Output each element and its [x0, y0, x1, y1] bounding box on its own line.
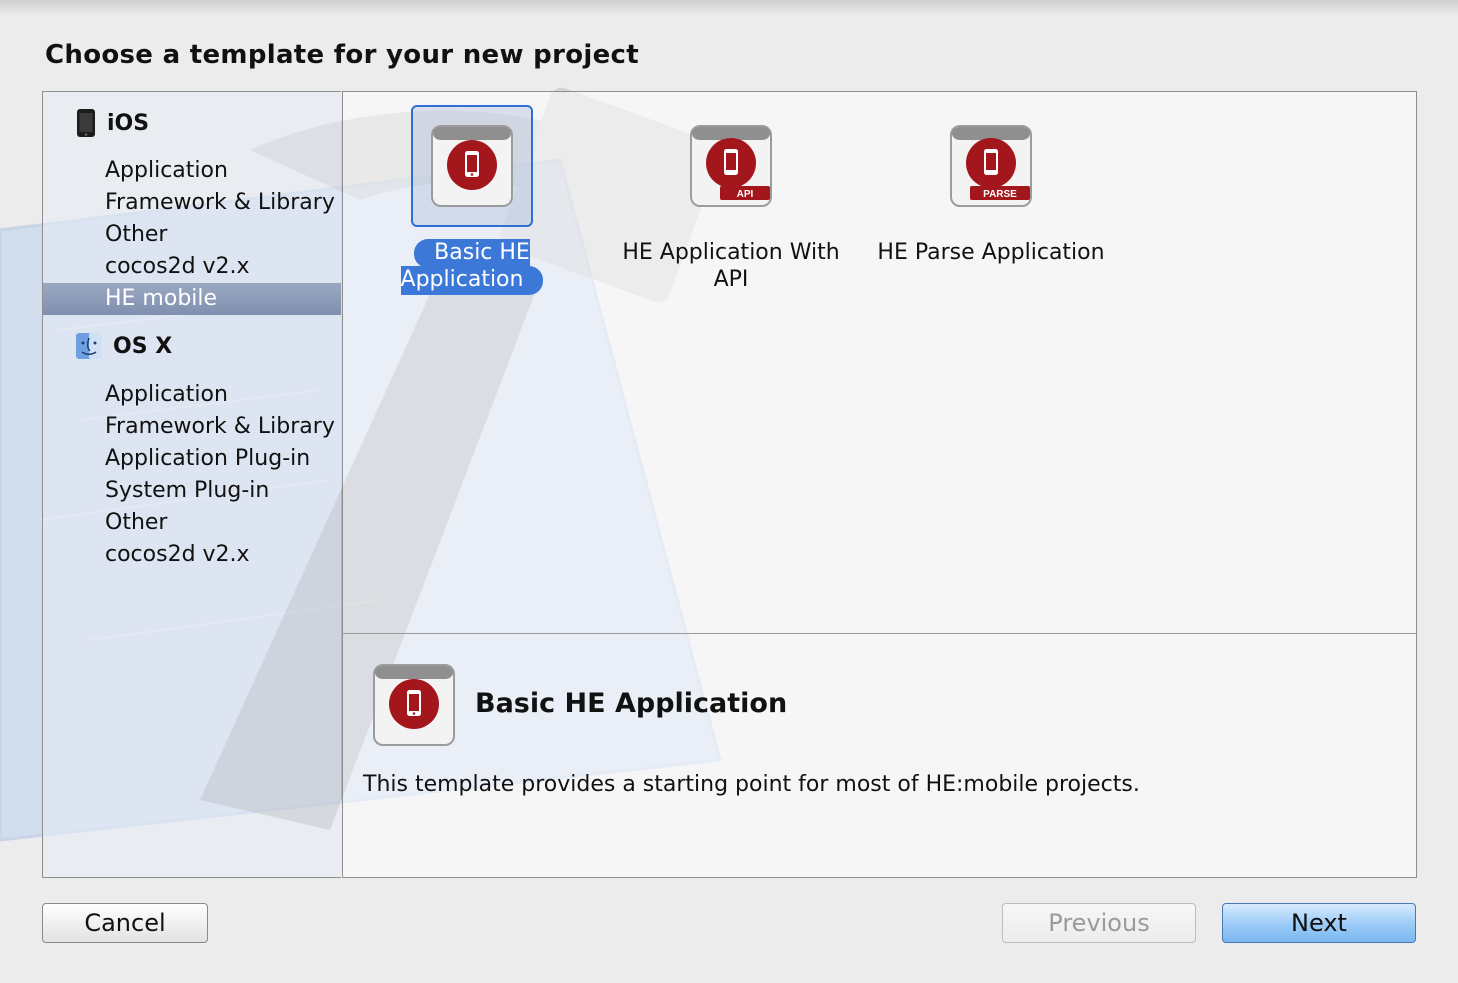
template-he-application-with-api[interactable]: API HE Application With API — [613, 92, 849, 302]
sidebar-item-osx-framework-library[interactable]: Framework & Library — [43, 411, 341, 443]
sidebar-item-osx-application-plugin[interactable]: Application Plug-in — [43, 443, 341, 475]
he-template-icon — [373, 664, 455, 746]
sidebar-item-ios-cocos2d[interactable]: cocos2d v2.x — [43, 251, 341, 283]
template-description-pane: Basic HE Application This template provi… — [342, 633, 1417, 878]
template-icon-frame: PARSE — [930, 105, 1052, 227]
sidebar-item-ios-framework-library[interactable]: Framework & Library — [43, 187, 341, 219]
finder-icon — [76, 333, 102, 359]
sidebar-item-osx-system-plugin[interactable]: System Plug-in — [43, 475, 341, 507]
sidebar-item-osx-cocos2d[interactable]: cocos2d v2.x — [43, 539, 341, 571]
template-icon-frame — [411, 105, 533, 227]
sidebar-item-ios-other[interactable]: Other — [43, 219, 341, 251]
template-label: HE Application With API — [622, 240, 840, 292]
next-button[interactable]: Next — [1222, 903, 1416, 943]
template-category-sidebar: iOS Application Framework & Library Othe… — [42, 91, 341, 878]
ios-section-label: iOS — [107, 110, 150, 136]
cancel-button[interactable]: Cancel — [42, 903, 208, 943]
he-template-icon: API — [690, 125, 772, 207]
he-template-icon: PARSE — [950, 125, 1032, 207]
template-label: HE Parse Application — [877, 240, 1105, 265]
sidebar-item-osx-other[interactable]: Other — [43, 507, 341, 539]
template-icon-frame: API — [670, 105, 792, 227]
osx-section-header: OS X — [75, 332, 172, 360]
window-top-strip — [0, 0, 1458, 14]
template-basic-he-application[interactable]: Basic HE Application — [343, 92, 601, 302]
he-template-icon — [431, 125, 513, 207]
description-title: Basic HE Application — [475, 688, 788, 719]
template-badge: PARSE — [983, 189, 1017, 200]
template-badge: API — [737, 189, 754, 200]
sidebar-item-ios-application[interactable]: Application — [43, 155, 341, 187]
ios-section-header: iOS — [75, 108, 149, 138]
previous-button[interactable]: Previous — [1002, 903, 1196, 943]
template-grid: Basic HE Application API HE Application … — [342, 91, 1417, 634]
iphone-icon — [77, 109, 95, 137]
osx-section-label: OS X — [113, 333, 173, 359]
template-he-parse-application[interactable]: PARSE HE Parse Application — [873, 92, 1109, 302]
sidebar-item-osx-application[interactable]: Application — [43, 379, 341, 411]
template-label: Basic HE Application — [400, 239, 544, 295]
dialog-title: Choose a template for your new project — [45, 40, 639, 70]
description-text: This template provides a starting point … — [363, 772, 1140, 797]
sidebar-item-ios-he-mobile[interactable]: HE mobile — [43, 283, 341, 315]
